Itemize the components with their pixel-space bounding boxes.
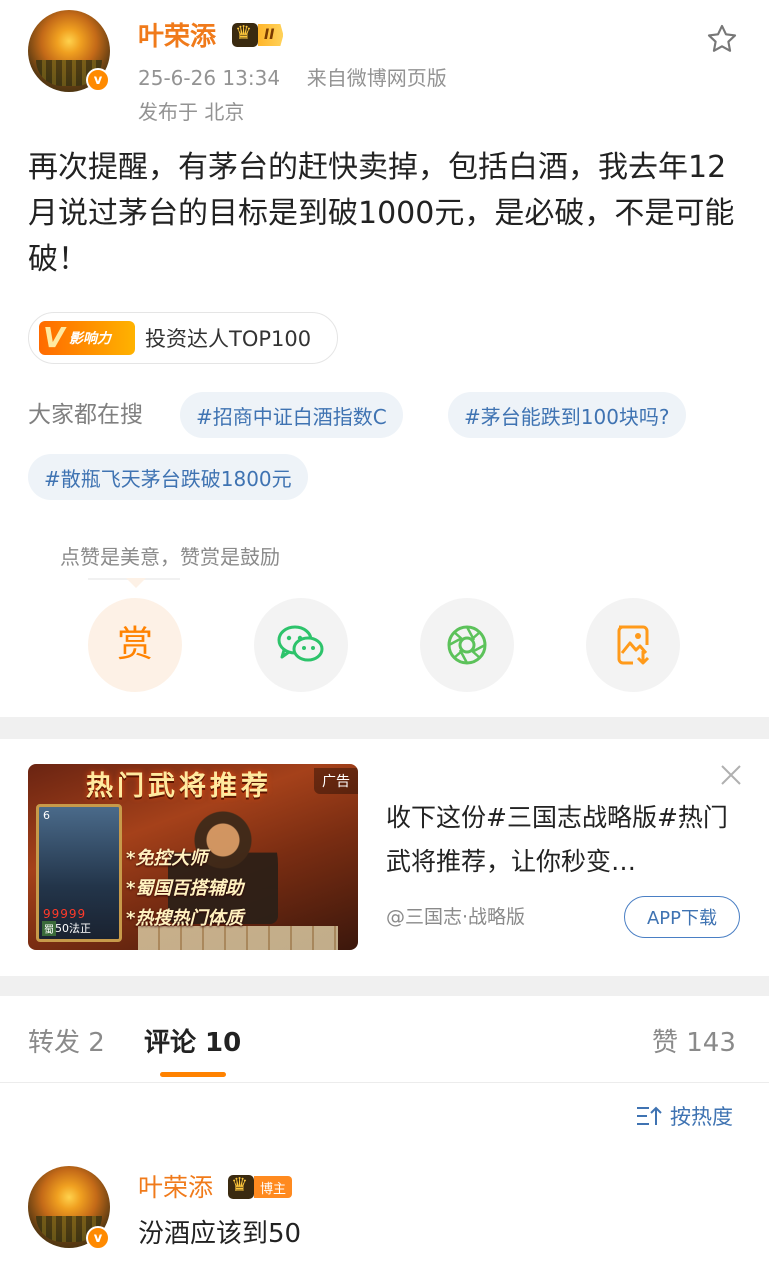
verify-icon: v bbox=[86, 1226, 110, 1250]
influence-logo: V 影响力 bbox=[39, 321, 135, 355]
save-image-icon bbox=[617, 625, 650, 665]
ad-banner-image[interactable]: 热门武将推荐 广告 6 99999 蜀 50法正 *免控大师 *蜀国百搭辅助 *… bbox=[28, 764, 358, 950]
hero-card-name: 50法正 bbox=[55, 922, 91, 935]
topic-pill[interactable]: #招商中证白酒指数C bbox=[180, 392, 403, 438]
ad-close-button[interactable] bbox=[718, 762, 744, 788]
app-download-button[interactable]: APP下载 bbox=[624, 896, 740, 938]
section-divider bbox=[0, 976, 769, 996]
influence-logo-letter: V bbox=[43, 321, 65, 354]
author-level-badge: II bbox=[232, 22, 284, 48]
ad-banner-title: 热门武将推荐 bbox=[86, 771, 272, 802]
tab-divider bbox=[0, 1082, 769, 1083]
tab-repost[interactable]: 转发 2 bbox=[28, 1022, 105, 1059]
sort-button[interactable]: 按热度 bbox=[636, 1101, 733, 1131]
save-image-button[interactable] bbox=[586, 598, 680, 692]
trending-search-label: 大家都在搜 bbox=[28, 402, 143, 428]
reward-icon: 赏 bbox=[116, 624, 153, 665]
author-name[interactable]: 叶荣添 bbox=[138, 16, 216, 53]
author-role-tag: 博主 bbox=[254, 1176, 293, 1198]
moments-icon bbox=[447, 625, 487, 665]
hero-card-hp: 99999 bbox=[43, 907, 87, 921]
topic-pill[interactable]: #散瓶飞天茅台跌破1800元 bbox=[28, 454, 308, 500]
influence-badge[interactable]: V 影响力 投资达人TOP100 bbox=[28, 312, 338, 364]
hero-card: 6 99999 蜀 50法正 bbox=[36, 804, 122, 942]
crown-icon bbox=[228, 1174, 254, 1199]
topic-pill[interactable]: #茅台能跌到100块吗? bbox=[448, 392, 686, 438]
favorite-button[interactable] bbox=[703, 20, 741, 58]
influence-logo-text: 影响力 bbox=[69, 331, 111, 347]
post-header: v 叶荣添 II 25-6-26 13:34 来自微博网页版 发布于 北京 bbox=[0, 0, 769, 135]
share-moments-button[interactable] bbox=[420, 598, 514, 692]
tab-comments[interactable]: 评论 10 bbox=[144, 1022, 241, 1059]
ad-bullet: *蜀国百搭辅助 bbox=[126, 878, 244, 899]
post-meta: 25-6-26 13:34 来自微博网页版 bbox=[138, 62, 447, 91]
star-icon bbox=[707, 24, 737, 52]
reward-tip: 点赞是美意，赞赏是鼓励 bbox=[60, 545, 280, 569]
post-location: 发布于 北京 bbox=[138, 100, 245, 124]
hero-card-faction: 蜀 bbox=[42, 921, 56, 936]
close-icon bbox=[721, 765, 741, 785]
comment-author-badge: II 博主 bbox=[228, 1174, 293, 1200]
ad-source: @三国志·战略版 bbox=[386, 906, 526, 928]
ad-bullet: *热搜热门体质 bbox=[126, 908, 244, 929]
tab-likes[interactable]: 赞 143 bbox=[652, 1022, 736, 1059]
sort-icon bbox=[637, 1106, 662, 1125]
influence-label: 投资达人TOP100 bbox=[145, 327, 312, 351]
wechat-icon bbox=[277, 625, 324, 662]
verify-icon: v bbox=[86, 68, 110, 92]
reward-button[interactable]: 赏 bbox=[88, 598, 182, 692]
share-wechat-button[interactable] bbox=[254, 598, 348, 692]
ad-bullet: *免控大师 bbox=[126, 848, 208, 869]
post-time: 25-6-26 13:34 bbox=[138, 66, 281, 90]
tip-arrow bbox=[126, 578, 146, 588]
comment-text: 汾酒应该到50 bbox=[138, 1219, 302, 1249]
section-divider bbox=[0, 717, 769, 739]
sort-label: 按热度 bbox=[670, 1105, 733, 1129]
post-source: 来自微博网页版 bbox=[306, 66, 447, 90]
post-text: 再次提醒，有茅台的赶快卖掉，包括白酒，我去年12月说过茅台的目标是到破1000元… bbox=[28, 150, 735, 277]
comment-author[interactable]: 叶荣添 bbox=[138, 1168, 213, 1204]
hero-card-cost: 6 bbox=[43, 809, 50, 822]
crown-icon bbox=[232, 22, 258, 47]
tab-indicator bbox=[160, 1072, 226, 1077]
ad-copy[interactable]: 收下这份#三国志战略版#热门武将推荐，让你秒变… bbox=[386, 796, 746, 884]
ad-tag: 广告 bbox=[314, 768, 358, 794]
level-number: II bbox=[258, 24, 284, 46]
